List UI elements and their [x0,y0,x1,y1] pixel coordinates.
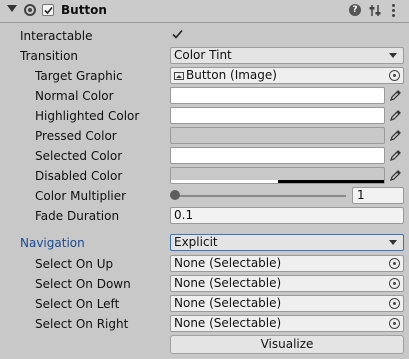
object-picker-icon[interactable] [389,70,400,81]
row-transition: Transition Color Tint [0,46,409,66]
rgb-bar [171,180,278,183]
pressed-color-swatch[interactable] [170,127,385,144]
target-graphic-value: Button (Image) [186,68,277,82]
highlighted-color-label: Highlighted Color [35,109,140,123]
row-color-multiplier: Color Multiplier 1 [0,186,409,206]
interactable-checkbox[interactable] [171,28,184,41]
select-on-left-field[interactable]: None (Selectable) [170,295,404,312]
row-fade-duration: Fade Duration 0.1 [0,206,409,226]
visualize-button[interactable]: Visualize [170,335,404,354]
select-on-right-value: None (Selectable) [174,316,282,330]
enable-checkbox[interactable] [42,4,54,16]
select-on-up-value: None (Selectable) [174,256,282,270]
select-on-left-value: None (Selectable) [174,296,282,310]
normal-color-swatch[interactable] [170,87,385,104]
eyedropper-icon[interactable] [390,129,402,141]
row-disabled-color: Disabled Color [0,166,409,186]
target-graphic-label: Target Graphic [35,69,123,83]
component-title: Button [61,3,107,17]
transition-value: Color Tint [174,48,232,62]
normal-color-label: Normal Color [35,89,114,103]
transition-dropdown[interactable]: Color Tint [170,47,404,64]
navigation-dropdown[interactable]: Explicit [170,234,404,251]
select-on-right-label: Select On Right [35,317,129,331]
select-on-right-field[interactable]: None (Selectable) [170,315,404,332]
disabled-color-label: Disabled Color [35,169,123,183]
row-selected-color: Selected Color [0,146,409,166]
context-menu-icon[interactable] [392,3,396,17]
selected-color-label: Selected Color [35,149,123,163]
row-target-graphic: Target Graphic Button (Image) [0,66,409,86]
object-picker-icon[interactable] [389,278,400,289]
interactable-label: Interactable [20,29,93,43]
checkmark-icon [44,6,53,15]
foldout-arrow-icon[interactable] [7,5,17,12]
chevron-down-icon [389,240,397,245]
pressed-color-label: Pressed Color [35,129,117,143]
eyedropper-icon[interactable] [390,89,402,101]
image-icon [174,72,184,80]
navigation-label: Navigation [20,236,85,250]
select-on-up-field[interactable]: None (Selectable) [170,255,404,272]
object-picker-icon[interactable] [389,318,400,329]
button-inspector-panel: Button ? Interactable Transition Color T… [0,0,409,359]
disabled-color-swatch[interactable] [170,167,385,184]
selected-color-swatch[interactable] [170,147,385,164]
preset-icon[interactable] [369,4,381,17]
alpha-bar [278,180,384,183]
object-picker-icon[interactable] [389,258,400,269]
transition-label: Transition [20,49,79,63]
eyedropper-icon[interactable] [390,169,402,181]
component-icon [24,4,36,16]
eyedropper-icon[interactable] [390,109,402,121]
color-multiplier-slider-thumb[interactable] [170,190,180,200]
row-navigation: Navigation Explicit [0,233,409,253]
select-on-left-label: Select On Left [35,297,120,311]
select-on-down-field[interactable]: None (Selectable) [170,275,404,292]
row-highlighted-color: Highlighted Color [0,106,409,126]
component-header[interactable]: Button ? [0,0,409,23]
eyedropper-icon[interactable] [390,149,402,161]
chevron-down-icon [389,53,397,58]
row-normal-color: Normal Color [0,86,409,106]
color-multiplier-slider-track[interactable] [175,195,346,197]
row-select-on-down: Select On Down None (Selectable) [0,274,409,294]
row-select-on-left: Select On Left None (Selectable) [0,294,409,314]
target-graphic-field[interactable]: Button (Image) [170,67,404,84]
color-multiplier-label: Color Multiplier [35,189,127,203]
color-multiplier-value-field[interactable]: 1 [352,187,404,204]
row-select-on-up: Select On Up None (Selectable) [0,254,409,274]
fade-duration-label: Fade Duration [35,209,120,223]
object-picker-icon[interactable] [389,298,400,309]
row-pressed-color: Pressed Color [0,126,409,146]
help-icon[interactable]: ? [349,4,361,16]
row-select-on-right: Select On Right None (Selectable) [0,314,409,334]
select-on-down-label: Select On Down [35,277,131,291]
select-on-down-value: None (Selectable) [174,276,282,290]
highlighted-color-swatch[interactable] [170,107,385,124]
fade-duration-field[interactable]: 0.1 [170,207,404,224]
navigation-value: Explicit [174,235,218,249]
row-interactable: Interactable [0,26,409,46]
select-on-up-label: Select On Up [35,257,114,271]
